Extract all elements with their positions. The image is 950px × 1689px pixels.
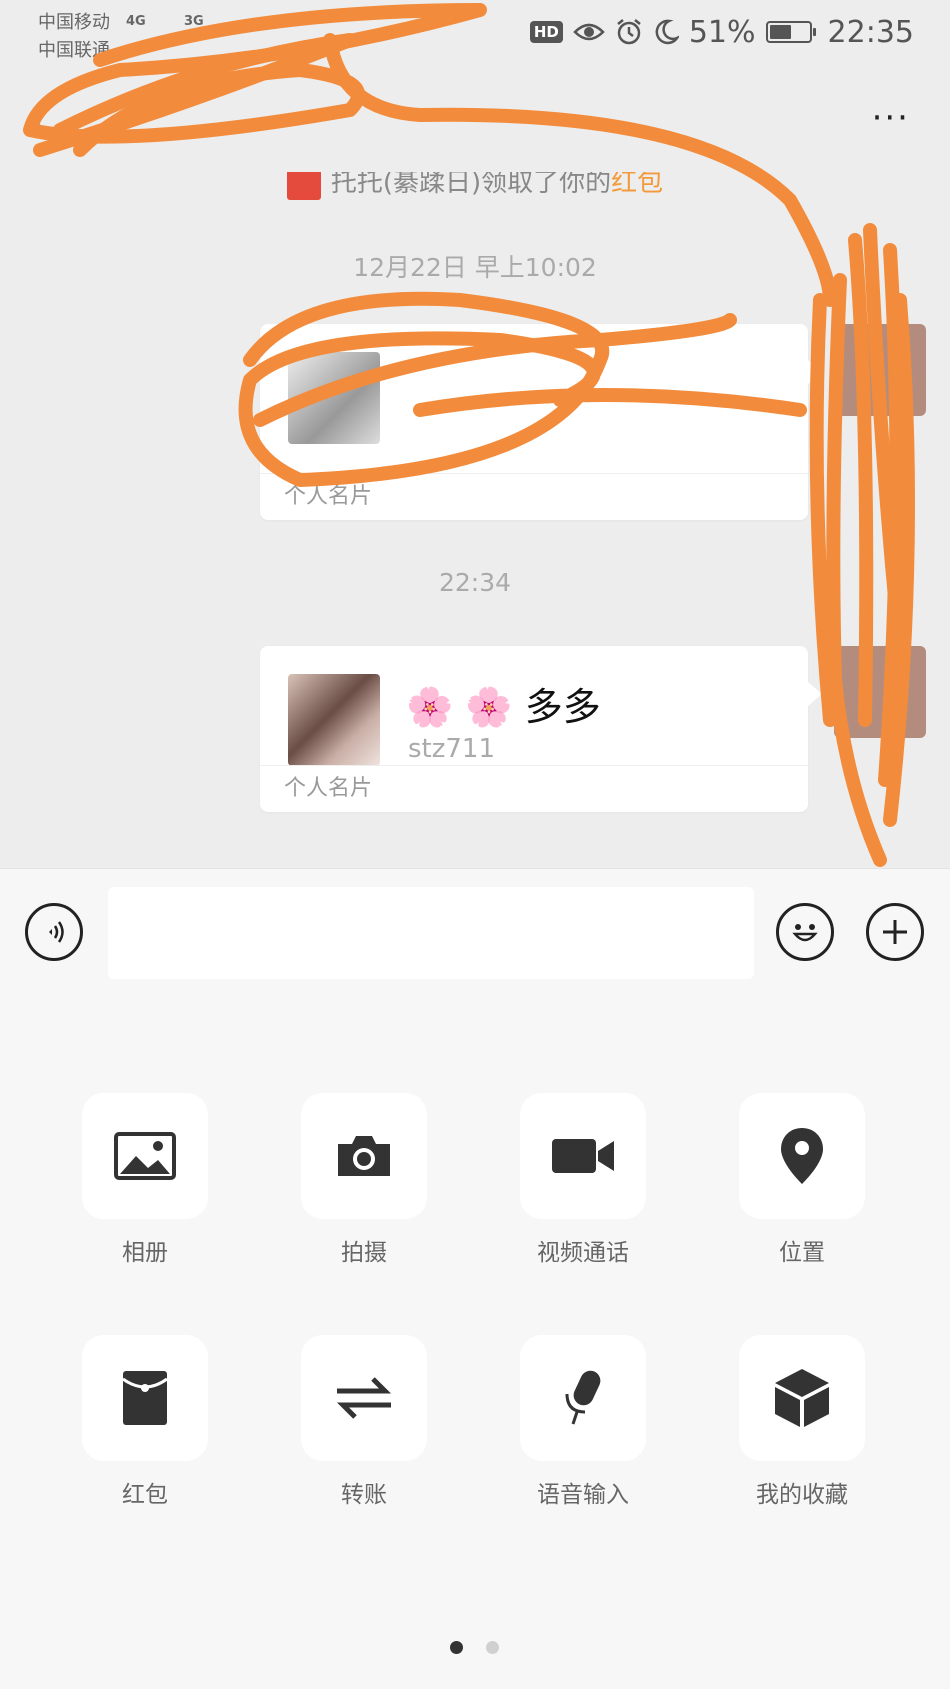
chat-header: ··· bbox=[0, 68, 950, 173]
my-avatar[interactable] bbox=[834, 646, 926, 738]
alarm-icon bbox=[615, 18, 643, 46]
chevron-left-icon bbox=[29, 102, 52, 138]
location-icon bbox=[781, 1128, 823, 1184]
moon-icon bbox=[653, 18, 679, 46]
page-indicator-dot[interactable] bbox=[486, 1641, 499, 1654]
carrier-1: 中国移动 bbox=[38, 12, 110, 33]
page-indicator-dot-active[interactable] bbox=[450, 1641, 463, 1654]
transfer-tile bbox=[301, 1335, 427, 1461]
emoji-icon bbox=[792, 924, 818, 942]
microphone-icon bbox=[565, 1370, 601, 1425]
panel-item-transfer[interactable] bbox=[301, 1335, 427, 1461]
clock-time: 22:35 bbox=[827, 14, 914, 50]
bubble-tail bbox=[808, 682, 822, 706]
network-type-1: 4G bbox=[126, 14, 146, 29]
function-panel: 相册 拍摄 视频通话 位置 红包 转账 语音输入 我的收藏 bbox=[0, 997, 950, 1689]
input-bar bbox=[0, 868, 950, 998]
panel-item-voice-input[interactable] bbox=[520, 1335, 646, 1461]
contact-card[interactable]: 个人名片 bbox=[260, 324, 822, 520]
timestamp: 22:34 bbox=[438, 568, 512, 597]
camera-tile bbox=[301, 1093, 427, 1219]
panel-label: 转账 bbox=[341, 1482, 387, 1508]
contact-avatar bbox=[288, 674, 380, 766]
camera-icon bbox=[338, 1136, 390, 1176]
panel-item-location[interactable] bbox=[739, 1093, 865, 1219]
location-tile bbox=[739, 1093, 865, 1219]
panel-label: 语音输入 bbox=[537, 1482, 629, 1508]
status-icons: HD 51% 22:35 bbox=[529, 10, 914, 54]
bubble-tail bbox=[808, 360, 822, 384]
red-packet-icon bbox=[286, 172, 321, 200]
carrier-2: 中国联通 bbox=[38, 40, 110, 61]
more-functions-button[interactable] bbox=[866, 903, 924, 961]
red-packet-notice: 托托(綦蹂日)领取了你的红包 bbox=[0, 172, 950, 200]
back-button[interactable] bbox=[26, 100, 56, 146]
panel-label: 拍摄 bbox=[341, 1240, 387, 1266]
panel-item-favorites[interactable] bbox=[739, 1335, 865, 1461]
timestamp: 12月22日 早上10:02 bbox=[353, 253, 597, 282]
hd-badge: HD bbox=[529, 21, 563, 43]
contact-id: stz711 bbox=[408, 734, 496, 764]
emoji-button[interactable] bbox=[776, 903, 834, 961]
message-input[interactable] bbox=[108, 887, 754, 979]
red-packet-tile bbox=[82, 1335, 208, 1461]
panel-item-video-call[interactable] bbox=[520, 1093, 646, 1219]
panel-label: 相册 bbox=[122, 1240, 168, 1266]
panel-label: 我的收藏 bbox=[756, 1482, 848, 1508]
red-packet-link[interactable]: 红包 bbox=[611, 172, 663, 198]
photo-album-icon bbox=[114, 1132, 176, 1180]
red-packet-icon bbox=[122, 1371, 168, 1425]
contact-avatar bbox=[288, 352, 380, 444]
contact-name: 🌸 🌸 多多 bbox=[406, 685, 601, 729]
network-type-2: 3G bbox=[184, 14, 204, 29]
battery-icon bbox=[765, 21, 816, 43]
battery-percent: 51% bbox=[688, 14, 756, 50]
voice-input-tile bbox=[520, 1335, 646, 1461]
transfer-icon bbox=[336, 1377, 392, 1419]
panel-item-red-packet[interactable] bbox=[82, 1335, 208, 1461]
card-footer: 个人名片 bbox=[260, 765, 808, 812]
panel-label: 视频通话 bbox=[537, 1240, 629, 1266]
contact-card[interactable]: 🌸 🌸 多多 stz711 个人名片 bbox=[260, 646, 822, 812]
eye-icon bbox=[573, 20, 605, 44]
plus-icon bbox=[883, 920, 907, 944]
favorites-icon bbox=[775, 1369, 829, 1427]
album-tile bbox=[82, 1093, 208, 1219]
panel-label: 位置 bbox=[779, 1240, 825, 1266]
status-bar: 中国移动 中国联通 4G 3G HD 51% 22:35 bbox=[0, 0, 950, 68]
card-footer: 个人名片 bbox=[260, 473, 808, 520]
video-call-icon bbox=[552, 1139, 614, 1173]
video-call-tile bbox=[520, 1093, 646, 1219]
voice-icon bbox=[49, 921, 64, 943]
voice-button[interactable] bbox=[25, 903, 83, 961]
favorites-tile bbox=[739, 1335, 865, 1461]
notice-text: 托托(綦蹂日)领取了你的 bbox=[330, 172, 612, 198]
panel-item-album[interactable] bbox=[82, 1093, 208, 1219]
my-avatar[interactable] bbox=[834, 324, 926, 416]
panel-item-camera[interactable] bbox=[301, 1093, 427, 1219]
panel-label: 红包 bbox=[122, 1482, 168, 1508]
more-button[interactable]: ··· bbox=[872, 98, 910, 138]
chat-area[interactable]: 托托(綦蹂日)领取了你的红包 12月22日 早上10:02 个人名片 22:34… bbox=[0, 172, 950, 868]
